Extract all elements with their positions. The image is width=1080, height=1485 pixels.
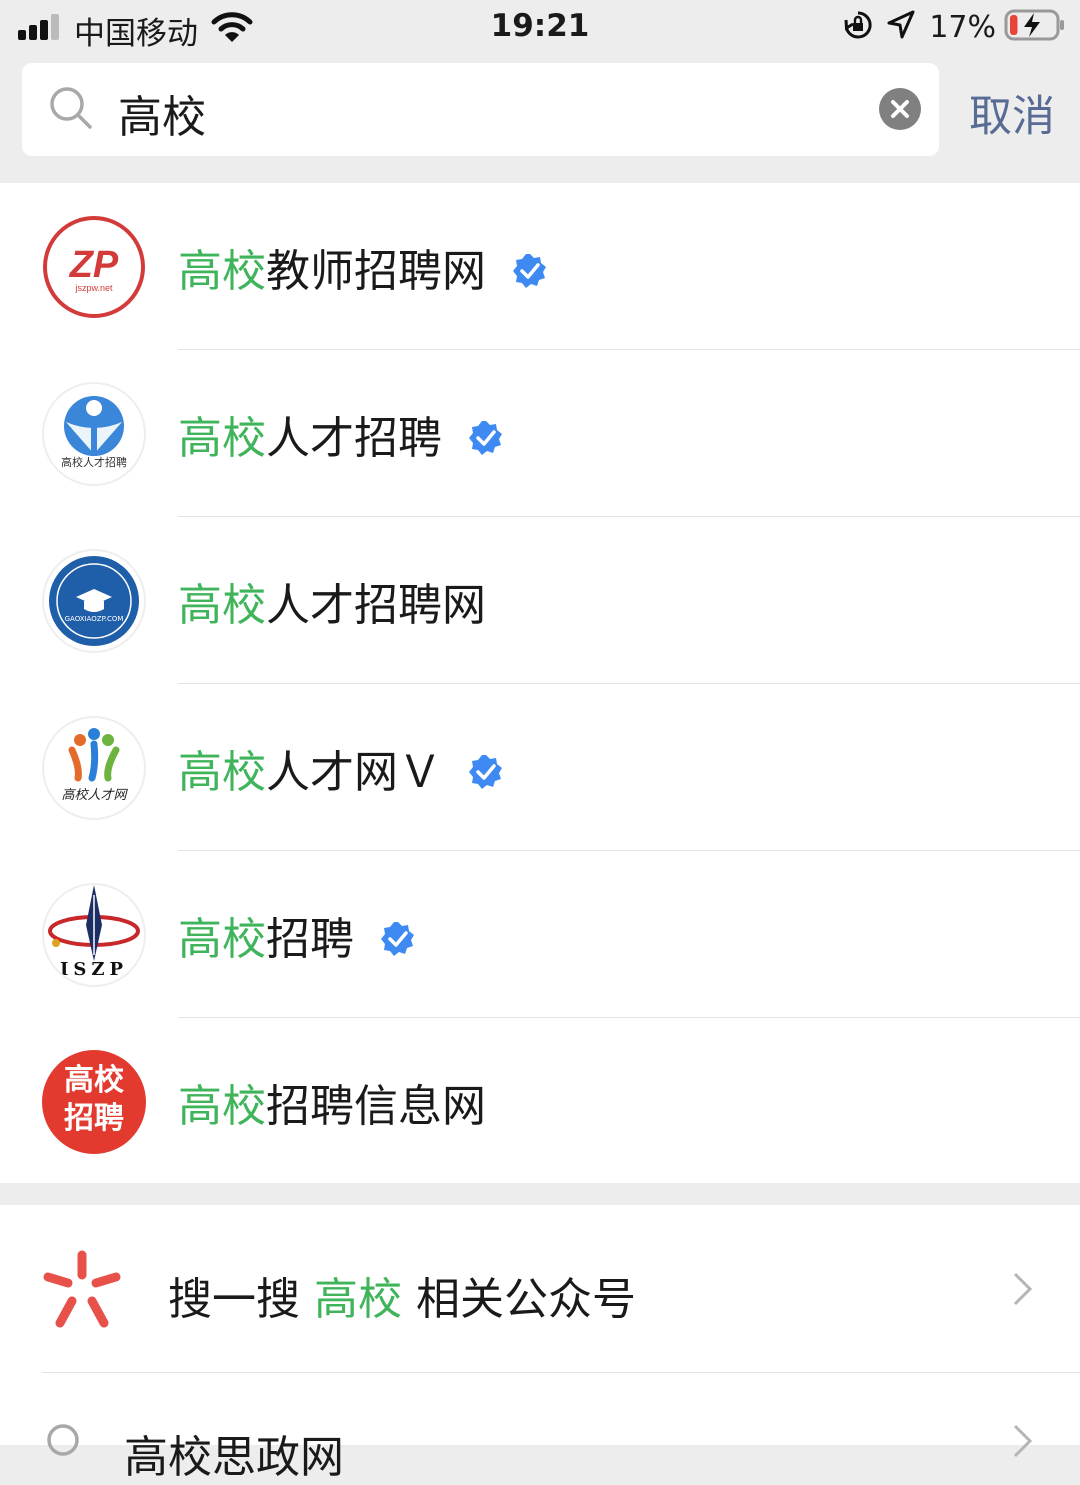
battery-percent: 17% bbox=[929, 9, 996, 45]
sou-yi-sou-icon bbox=[42, 1249, 122, 1333]
svg-text:jszpw.net: jszpw.net bbox=[74, 283, 113, 293]
blue-seal-logo-avatar: GAOXIAOZP.COM bbox=[42, 549, 146, 653]
search-icon bbox=[48, 85, 94, 135]
result-name: 高校 教师招聘网 bbox=[178, 235, 548, 299]
result-row[interactable]: 高校人才网 高校 人才网Ｖ bbox=[0, 684, 1080, 851]
rotation-lock-icon bbox=[843, 10, 873, 44]
chevron-right-icon bbox=[1012, 1423, 1034, 1463]
suggestion-text: 高校思政网 bbox=[124, 1432, 344, 1483]
avatar-caption: 高校招聘 bbox=[64, 1063, 124, 1136]
red-circle-logo-avatar: 高校招聘 bbox=[42, 1050, 146, 1154]
sou-yi-sou-row[interactable]: 搜一搜 高校 相关公众号 bbox=[0, 1205, 1080, 1372]
search-query-text[interactable]: 高校 bbox=[118, 81, 206, 145]
svg-text:ZP: ZP bbox=[69, 244, 119, 286]
verified-icon bbox=[512, 249, 548, 288]
chevron-right-icon bbox=[1012, 1271, 1034, 1311]
zp-logo-avatar: ZP jszpw.net bbox=[42, 215, 146, 319]
result-row[interactable]: 高校人才招聘 高校 人才招聘 bbox=[0, 350, 1080, 517]
cancel-button[interactable]: 取消 bbox=[969, 82, 1055, 144]
sou-yi-sou-label: 搜一搜 高校 相关公众号 bbox=[168, 1274, 636, 1325]
result-row[interactable]: ZP jszpw.net 高校 教师招聘网 bbox=[0, 183, 1080, 350]
result-name: 高校 招聘 bbox=[178, 903, 416, 967]
search-more-section: 搜一搜 高校 相关公众号 高校思政网 bbox=[0, 1205, 1080, 1483]
result-name: 高校 招聘信息网 bbox=[178, 1081, 486, 1132]
search-icon bbox=[46, 1423, 86, 1467]
result-row[interactable]: ISZP 高校 招聘 bbox=[0, 851, 1080, 1018]
pen-logo-avatar: ISZP bbox=[42, 883, 146, 987]
people-logo-avatar: 高校人才网 bbox=[42, 716, 146, 820]
verified-icon bbox=[468, 750, 504, 789]
result-row[interactable]: GAOXIAOZP.COM 高校 人才招聘网 bbox=[0, 517, 1080, 684]
result-name: 高校 人才招聘网 bbox=[178, 580, 486, 631]
verified-icon bbox=[380, 917, 416, 956]
verified-icon bbox=[468, 416, 504, 455]
battery-charging-icon bbox=[1004, 9, 1066, 45]
avatar-caption: 高校人才网 bbox=[61, 788, 127, 803]
search-input[interactable]: 高校 bbox=[22, 63, 939, 156]
clear-icon[interactable] bbox=[879, 88, 921, 130]
avatar-caption: GAOXIAOZP.COM bbox=[64, 615, 124, 623]
results-list: ZP jszpw.net 高校 教师招聘网 高校人才招聘 高校 人才招聘 GAO… bbox=[0, 183, 1080, 1183]
result-name: 高校 人才招聘 bbox=[178, 402, 504, 466]
result-row[interactable]: 高校招聘 高校 招聘信息网 bbox=[0, 1018, 1080, 1185]
suggestion-row[interactable]: 高校思政网 bbox=[0, 1373, 1080, 1483]
location-icon bbox=[887, 10, 915, 44]
result-name: 高校 人才网Ｖ bbox=[178, 736, 504, 800]
avatar-caption: ISZP bbox=[59, 959, 129, 980]
status-bar: 中国移动 19:21 17% bbox=[0, 0, 1080, 56]
avatar-caption: 高校人才招聘 bbox=[61, 456, 127, 469]
blue-person-logo-avatar: 高校人才招聘 bbox=[42, 382, 146, 486]
